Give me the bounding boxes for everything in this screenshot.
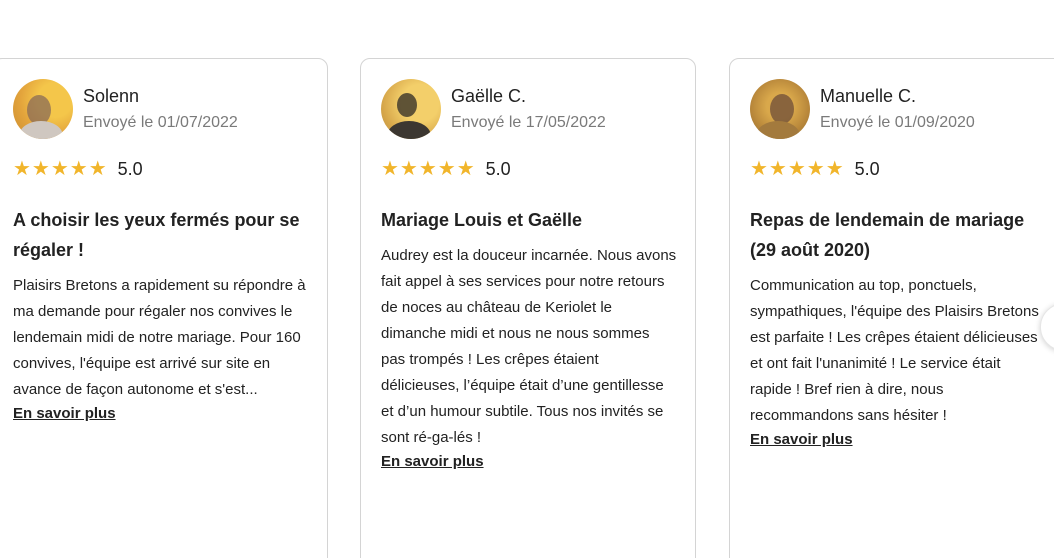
review-date: Envoyé le 01/09/2020 [820, 114, 975, 131]
reviewer-name: Solenn [83, 86, 140, 106]
reviewer-name: Gaëlle C. [451, 86, 527, 106]
reviews-carousel: Solenn Envoyé le 01/07/2022 ★★★★★ 5.0 A … [0, 0, 1054, 558]
review-date: Envoyé le 01/07/2022 [83, 114, 238, 131]
rating: ★★★★★ 5.0 [13, 157, 309, 181]
read-more-link[interactable]: En savoir plus [750, 431, 853, 448]
review-text: Communication au top, ponctuels, sympath… [750, 277, 1039, 424]
rating: ★★★★★ 5.0 [381, 157, 677, 181]
rating-score: 5.0 [854, 158, 880, 179]
avatar [13, 79, 73, 139]
star-icon: ★★★★★ [13, 158, 108, 180]
review-title: Mariage Louis et Gaëlle [381, 210, 583, 230]
review-card: Gaëlle C. Envoyé le 17/05/2022 ★★★★★ 5.0… [360, 58, 696, 558]
read-more-link[interactable]: En savoir plus [13, 405, 116, 422]
read-more-link[interactable]: En savoir plus [381, 453, 484, 470]
review-text: Plaisirs Bretons a rapidement su répondr… [13, 277, 306, 398]
rating: ★★★★★ 5.0 [750, 157, 1046, 181]
review-title: Repas de lendemain de mariage (29 août 2… [750, 210, 1025, 260]
star-icon: ★★★★★ [381, 158, 476, 180]
avatar [750, 79, 810, 139]
review-text: Audrey est la douceur incarnée. Nous avo… [381, 247, 677, 446]
avatar [381, 79, 441, 139]
review-title: A choisir les yeux fermés pour se régale… [13, 210, 300, 260]
rating-score: 5.0 [485, 158, 511, 179]
reviewer-name: Manuelle C. [820, 86, 917, 106]
rating-score: 5.0 [117, 158, 143, 179]
star-icon: ★★★★★ [750, 158, 845, 180]
review-card: Solenn Envoyé le 01/07/2022 ★★★★★ 5.0 A … [0, 58, 328, 558]
review-card: Manuelle C. Envoyé le 01/09/2020 ★★★★★ 5… [729, 58, 1054, 558]
review-date: Envoyé le 17/05/2022 [451, 114, 606, 131]
